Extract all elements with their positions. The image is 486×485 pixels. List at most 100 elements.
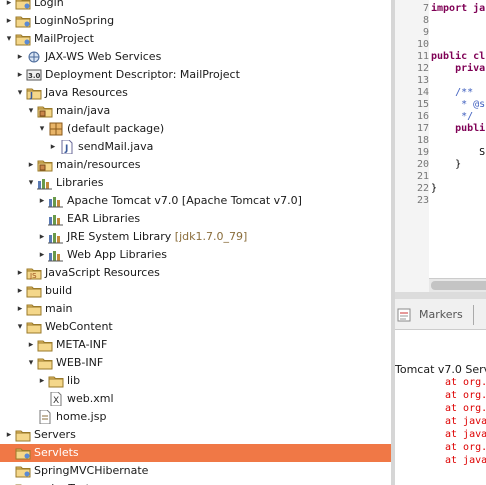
tree-item[interactable]: ▾ Libraries (0, 174, 391, 192)
expand-arrow-icon[interactable]: ▸ (37, 192, 47, 210)
collapse-arrow-icon[interactable]: ▾ (37, 120, 47, 138)
scrollbar-thumb[interactable] (431, 281, 486, 290)
tree-item[interactable]: ▸ Web App Libraries (0, 246, 391, 264)
tree-item[interactable]: ▸ main (0, 300, 391, 318)
tree-item-label: sendMail.java (78, 140, 154, 153)
tree-item[interactable]: Servlets (0, 444, 391, 462)
tree-item[interactable]: ▸ 3.0 Deployment Descriptor: MailProject (0, 66, 391, 84)
code-line[interactable]: * @s (431, 99, 485, 111)
svg-text:X: X (53, 396, 59, 406)
code-line[interactable]: /** (431, 87, 473, 99)
console-title: Tomcat v7.0 Serve (395, 363, 486, 376)
code-line[interactable]: import ja (431, 3, 485, 15)
expand-arrow-icon[interactable]: ▸ (4, 0, 14, 12)
expand-arrow-icon[interactable]: ▸ (15, 300, 25, 318)
project-icon (15, 446, 31, 460)
expand-arrow-icon[interactable]: ▸ (4, 426, 14, 444)
tree-item-label: MailProject (34, 32, 94, 45)
tree-item[interactable]: ▾ main/java (0, 102, 391, 120)
svg-text:J: J (29, 91, 33, 100)
expand-arrow-icon[interactable]: ▸ (26, 156, 36, 174)
line-number: 8 (422, 15, 429, 26)
tree-item[interactable]: ▸ Servers (0, 426, 391, 444)
tree-item-label: Web App Libraries (67, 248, 167, 261)
expand-arrow-icon[interactable]: ▸ (37, 228, 47, 246)
expand-arrow-icon[interactable]: ▸ (15, 264, 25, 282)
tree-item[interactable]: Xweb.xml (0, 390, 391, 408)
tree-item[interactable]: ▾ (default package) (0, 120, 391, 138)
tree-item[interactable]: ▸ lib (0, 372, 391, 390)
line-number: 10 (416, 39, 429, 50)
tree-item[interactable]: ▸ main/resources (0, 156, 391, 174)
tree-item-label: Servlets (34, 446, 79, 459)
expand-arrow-icon[interactable]: ▸ (26, 336, 36, 354)
tree-item-decoration: [jdk1.7.0_79] (171, 230, 248, 243)
markers-icon (397, 308, 411, 322)
code-line[interactable]: } (431, 159, 461, 171)
tree-item[interactable]: ▸ META-INF (0, 336, 391, 354)
tree-item[interactable]: ▾ J Java Resources (0, 84, 391, 102)
tree-item[interactable]: ▾ MailProject (0, 30, 391, 48)
line-number-gutter: 7 8 9 10 11 12 13 14 15 16 17 18 19 20 21 22 23 (405, 0, 429, 292)
tree-item[interactable]: ▾ WebContent (0, 318, 391, 336)
tree-item[interactable]: SpringMVCHibernate (0, 462, 391, 480)
tree-item[interactable]: ▾ WEB-INF (0, 354, 391, 372)
collapse-arrow-icon[interactable]: ▾ (15, 84, 25, 102)
javascript-resources-icon: JS (26, 266, 42, 280)
tree-item[interactable]: ▸ JRE System Library [jdk1.7.0_79] (0, 228, 391, 246)
stack-trace-line[interactable]: at org. (445, 390, 486, 402)
source-folder-icon (37, 158, 53, 172)
code-editor[interactable]: 7 8 9 10 11 12 13 14 15 16 17 18 19 20 21 22 23 import j… (395, 0, 486, 292)
expand-arrow-icon[interactable]: ▸ (15, 48, 25, 66)
collapse-arrow-icon[interactable]: ▾ (26, 174, 36, 192)
folder-icon (15, 428, 31, 442)
collapse-arrow-icon[interactable]: ▾ (26, 354, 36, 372)
line-number: 20 (416, 159, 429, 170)
tree-item-label: JavaScript Resources (45, 266, 160, 279)
folder-icon (48, 374, 64, 388)
xml-file-icon: X (48, 391, 64, 407)
collapse-arrow-icon[interactable]: ▾ (4, 30, 14, 48)
stack-trace-line[interactable]: at java (445, 416, 486, 428)
tree-item[interactable]: ▸ JS JavaScript Resources (0, 264, 391, 282)
tree-item[interactable]: ▸ Login (0, 0, 391, 12)
tree-item[interactable]: ▸ JsendMail.java (0, 138, 391, 156)
svg-text:3.0: 3.0 (28, 72, 41, 80)
sash[interactable] (395, 292, 486, 299)
line-number: 17 (416, 123, 429, 134)
tree-item[interactable]: EAR Libraries (0, 210, 391, 228)
tree-item[interactable]: ▸ Apache Tomcat v7.0 [Apache Tomcat v7.0] (0, 192, 391, 210)
tree-item[interactable]: ▸ JAX-WS Web Services (0, 48, 391, 66)
expand-arrow-icon[interactable]: ▸ (48, 138, 58, 156)
panel-divider (473, 305, 474, 325)
collapse-arrow-icon[interactable]: ▾ (26, 102, 36, 120)
folder-icon (26, 302, 42, 316)
stack-trace-line[interactable]: at java (445, 429, 486, 441)
code-line[interactable]: */ (431, 111, 473, 123)
stack-trace-line[interactable]: at org. (445, 403, 486, 415)
code-line[interactable]: } (431, 183, 437, 195)
editor-horizontal-scrollbar[interactable] (429, 278, 486, 292)
tree-item[interactable]: ▸ LoginNoSpring (0, 12, 391, 30)
expand-arrow-icon[interactable]: ▸ (4, 12, 14, 30)
expand-arrow-icon[interactable]: ▸ (37, 372, 47, 390)
tree-item[interactable]: home.jsp (0, 408, 391, 426)
line-number: 11 (416, 51, 429, 62)
expand-arrow-icon[interactable]: ▸ (15, 282, 25, 300)
project-icon (15, 32, 31, 46)
expand-arrow-icon[interactable]: ▸ (15, 66, 25, 84)
line-number: 13 (416, 75, 429, 86)
tree-item[interactable]: springTest (0, 480, 391, 485)
stack-trace-line[interactable]: at org. (445, 442, 486, 454)
folder-icon (26, 284, 42, 298)
code-line[interactable]: publi (431, 123, 485, 135)
code-line[interactable]: public cl (431, 51, 485, 63)
stack-trace-line[interactable]: at java (445, 455, 486, 467)
code-line[interactable]: S (431, 147, 485, 159)
code-line[interactable]: priva (431, 63, 485, 75)
tree-item[interactable]: ▸ build (0, 282, 391, 300)
expand-arrow-icon[interactable]: ▸ (37, 246, 47, 264)
tree-item-label: (default package) (67, 122, 165, 135)
collapse-arrow-icon[interactable]: ▾ (15, 318, 25, 336)
stack-trace-line[interactable]: at org. (445, 377, 486, 389)
